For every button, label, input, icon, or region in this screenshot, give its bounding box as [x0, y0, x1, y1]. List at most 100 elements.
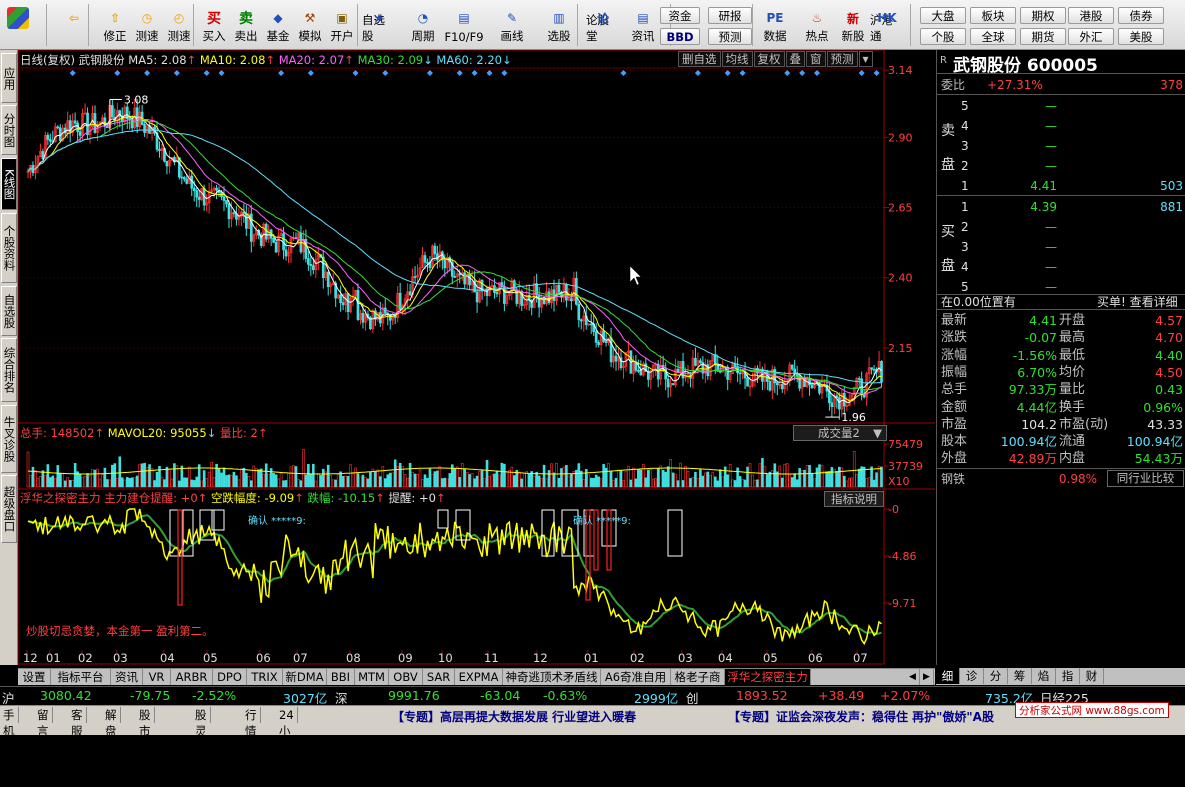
- indicator-tab-8[interactable]: BBI: [327, 669, 355, 685]
- volume-bar: [438, 466, 442, 488]
- indicator-tab-12[interactable]: EXPMA: [455, 669, 503, 685]
- market-button-0-0[interactable]: 大盘: [920, 7, 966, 24]
- indicator-help-button[interactable]: 指标说明: [824, 491, 884, 507]
- industry-compare-button[interactable]: 同行业比较: [1107, 470, 1184, 487]
- bottom-button-1[interactable]: 留言: [34, 707, 53, 738]
- toolbar-button-speed[interactable]: ◷ 测速: [130, 3, 164, 47]
- toolbar-button-pen[interactable]: ✎ 画线: [495, 3, 529, 47]
- bbd-button[interactable]: BBD: [660, 28, 700, 45]
- toolbar-button-up-arrow[interactable]: ⇧ 修正: [98, 3, 132, 47]
- right-tab-1[interactable]: 诊: [960, 668, 984, 684]
- right-tab-0[interactable]: 细: [936, 668, 960, 684]
- toolbar-button-label: F10/F9: [444, 30, 484, 44]
- vtab-1[interactable]: 分时图: [1, 105, 17, 155]
- view-detail-link[interactable]: 买单! 查看详细: [1097, 294, 1178, 310]
- market-button-0-2[interactable]: 期权: [1020, 7, 1066, 24]
- kline-chart-svg[interactable]: 3.142.902.652.402.153.081.96q7547937739X…: [18, 50, 935, 665]
- chart-tool-4[interactable]: 窗: [806, 51, 826, 67]
- bottom-button-6[interactable]: 行情: [242, 707, 261, 738]
- chart-tool-2[interactable]: 复权: [753, 51, 785, 67]
- toolbar-button-sell[interactable]: 卖卖出: [229, 3, 263, 47]
- market-button-0-3[interactable]: 港股: [1068, 7, 1114, 24]
- indicator-tab-15[interactable]: 格老子商: [671, 669, 725, 685]
- market-button-1-4[interactable]: 美股: [1118, 28, 1164, 45]
- toolbar-button-hammer[interactable]: ⚒ 模拟: [293, 3, 327, 47]
- toolbar-button-data[interactable]: PE 数据: [758, 3, 792, 47]
- volume-bar: [173, 463, 176, 488]
- indicator-tab-2[interactable]: 资讯: [111, 669, 143, 685]
- chart-tool-5[interactable]: 预测: [826, 51, 858, 67]
- volume-bar: [780, 477, 784, 488]
- indicator-tab-9[interactable]: MTM: [355, 669, 389, 685]
- tab-scroll-right-icon[interactable]: ▶: [920, 669, 934, 685]
- right-tab-3[interactable]: 筹: [1008, 668, 1032, 684]
- volume-bar: [297, 479, 300, 488]
- news-ticker-1[interactable]: 【专题】高层再提大数据发展 行业望进入暖春: [392, 708, 636, 725]
- news-ticker-2[interactable]: 【专题】证监会深夜发声：稳得住 再护"傲娇"A股: [728, 708, 994, 725]
- market-button-1-0[interactable]: 个股: [920, 28, 966, 45]
- bottom-button-3[interactable]: 解盘: [102, 707, 121, 738]
- indicator-tab-4[interactable]: ARBR: [171, 669, 213, 685]
- toolbar-button-clock[interactable]: ◴ 测速: [162, 3, 196, 47]
- toolbar-button-fund[interactable]: ◆ 基金: [261, 3, 295, 47]
- volume-bar: [68, 480, 72, 488]
- indicator-tab-16[interactable]: 浮华之探密主力: [725, 669, 811, 685]
- market-button-1-1[interactable]: 全球: [970, 28, 1016, 45]
- toolbar-button-hot[interactable]: ♨ 热点: [800, 3, 834, 47]
- chart-tool-1[interactable]: 均线: [721, 51, 753, 67]
- toolbar-button-newstock[interactable]: 新新股: [836, 3, 870, 47]
- chart-tool-0[interactable]: 删自选: [678, 51, 721, 67]
- chart-tool-3[interactable]: 叠: [785, 51, 805, 67]
- vtab-5[interactable]: 综合排名: [1, 338, 17, 402]
- indicator-tab-11[interactable]: SAR: [423, 669, 455, 685]
- toolbar-button-forum[interactable]: 论论股堂: [586, 3, 620, 47]
- indicator-tab-13[interactable]: 神奇逃顶术矛盾线: [503, 669, 601, 685]
- indicator-tab-7[interactable]: 新DMA: [283, 669, 327, 685]
- volume-bar: [160, 477, 164, 488]
- toolbar-button-grid[interactable]: [2, 3, 34, 47]
- zijin-button[interactable]: 资金: [660, 7, 700, 24]
- volume-indicator-select[interactable]: 成交量2 ▼: [793, 425, 887, 441]
- vtab-0[interactable]: 应用: [1, 53, 17, 103]
- toolbar-button-hk[interactable]: HK 沪港通: [870, 3, 904, 47]
- toolbar-button-screen[interactable]: ▥ 选股: [542, 3, 576, 47]
- right-tab-2[interactable]: 分: [984, 668, 1008, 684]
- indicator-tab-10[interactable]: OBV: [389, 669, 423, 685]
- bottom-button-0[interactable]: 手机: [0, 707, 19, 738]
- market-button-0-1[interactable]: 板块: [970, 7, 1016, 24]
- right-tab-6[interactable]: 财: [1080, 668, 1104, 684]
- volume-bar: [93, 469, 97, 488]
- indicator-tab-1[interactable]: 指标平台: [51, 669, 111, 685]
- chart-menu-icon[interactable]: ▾: [858, 51, 873, 67]
- indicator-tab-3[interactable]: VR: [143, 669, 171, 685]
- toolbar-button-period[interactable]: ◔ 周期: [406, 3, 440, 47]
- vtab-3[interactable]: 个股资料: [1, 213, 17, 283]
- indicator-tab-5[interactable]: DPO: [213, 669, 247, 685]
- bottom-button-2[interactable]: 客服: [68, 707, 87, 738]
- market-button-1-3[interactable]: 外汇: [1068, 28, 1114, 45]
- indicator-tab-14[interactable]: A6奇准自用: [601, 669, 671, 685]
- toolbar-button-buy[interactable]: 买买入: [197, 3, 231, 47]
- indicator-tab-6[interactable]: TRIX: [247, 669, 283, 685]
- right-tab-4[interactable]: 焰: [1032, 668, 1056, 684]
- vtab-7[interactable]: 超级盘口: [1, 475, 17, 543]
- toolbar-button-news[interactable]: ▤ 资讯: [626, 3, 660, 47]
- bottom-button-5[interactable]: 股灵通: [192, 707, 211, 754]
- vtab-4[interactable]: 自选股: [1, 286, 17, 336]
- research-button[interactable]: 研报: [708, 7, 752, 24]
- vtab-2[interactable]: K线图: [1, 158, 17, 210]
- kline-chart-panel[interactable]: 3.142.902.652.402.153.081.96q7547937739X…: [18, 50, 935, 665]
- market-button-1-2[interactable]: 期货: [1020, 28, 1066, 45]
- forecast-button[interactable]: 预测: [708, 28, 752, 45]
- toolbar-button-lock[interactable]: ▣ 开户: [325, 3, 359, 47]
- market-button-0-4[interactable]: 债券: [1118, 7, 1164, 24]
- toolbar-button-star[interactable]: ★ 自选股: [362, 3, 396, 47]
- bottom-button-4[interactable]: 股市日记: [136, 707, 155, 770]
- bottom-button-7[interactable]: 24小时滚动: [276, 707, 298, 786]
- right-tab-5[interactable]: 指: [1056, 668, 1080, 684]
- tab-scroll-left-icon[interactable]: ◀: [906, 669, 920, 685]
- vtab-6[interactable]: 牛叉诊股: [1, 405, 17, 473]
- toolbar-button-f10[interactable]: ▤ F10/F9: [444, 3, 484, 47]
- indicator-tab-0[interactable]: 设置: [18, 669, 51, 685]
- buy-level-1: 1 4.39 881: [937, 197, 1185, 217]
